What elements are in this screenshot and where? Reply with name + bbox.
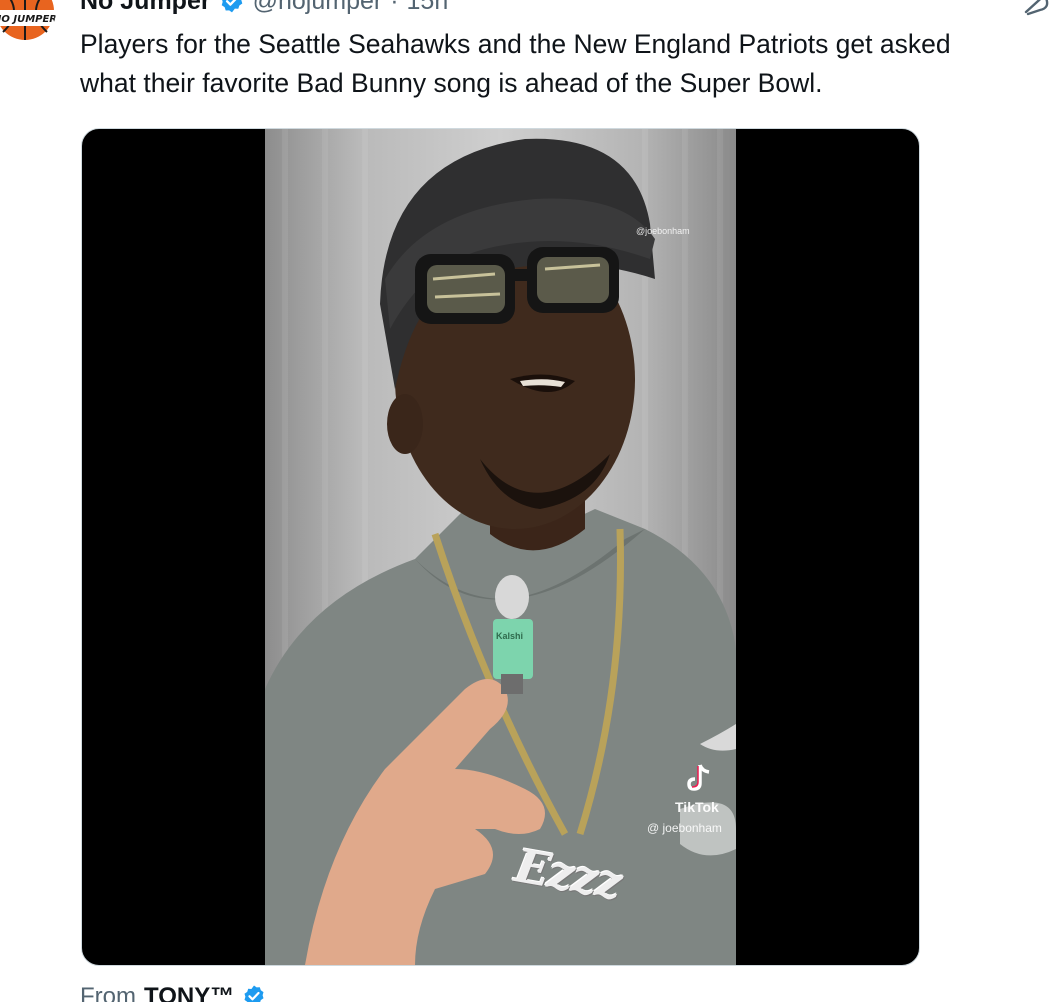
source-attribution: From TONY™ <box>80 983 268 1002</box>
video-frame[interactable]: @joebonham Kalshi Ezzz TikTok @ joebonha… <box>265 129 736 965</box>
video-still <box>265 129 736 965</box>
watermark-handle: @joebonham <box>636 226 690 236</box>
separator-dot: · <box>390 0 399 15</box>
avatar[interactable]: NO JUMPER <box>0 0 56 42</box>
from-label: From <box>80 983 136 1002</box>
tweet-header: No Jumper @nojumper · 15h <box>80 0 448 16</box>
handle[interactable]: @nojumper <box>253 0 383 16</box>
display-name[interactable]: No Jumper <box>80 0 211 16</box>
tiktok-username: @ joebonham <box>647 821 722 835</box>
tiktok-logo-icon <box>685 763 713 793</box>
source-name[interactable]: TONY™ <box>144 983 234 1002</box>
verified-badge-icon[interactable] <box>219 0 245 14</box>
tweet-text-line-1: Players for the Seattle Seahawks and the… <box>80 29 951 59</box>
tweet: NO JUMPER No Jumper @nojumper · 15h Play… <box>0 0 1060 1002</box>
mic-label: Kalshi <box>496 631 524 641</box>
verified-badge-icon <box>242 984 268 1002</box>
timestamp[interactable]: 15h <box>407 0 449 16</box>
tweet-text-line-2: what their favorite Bad Bunny song is ah… <box>80 68 823 98</box>
video-player[interactable]: @joebonham Kalshi Ezzz TikTok @ joebonha… <box>81 128 920 966</box>
tiktok-brand: TikTok <box>675 799 719 815</box>
tweet-text: Players for the Seattle Seahawks and the… <box>80 25 1060 103</box>
avatar-logo-text: NO JUMPER <box>0 14 56 25</box>
grok-icon[interactable] <box>1018 0 1052 16</box>
